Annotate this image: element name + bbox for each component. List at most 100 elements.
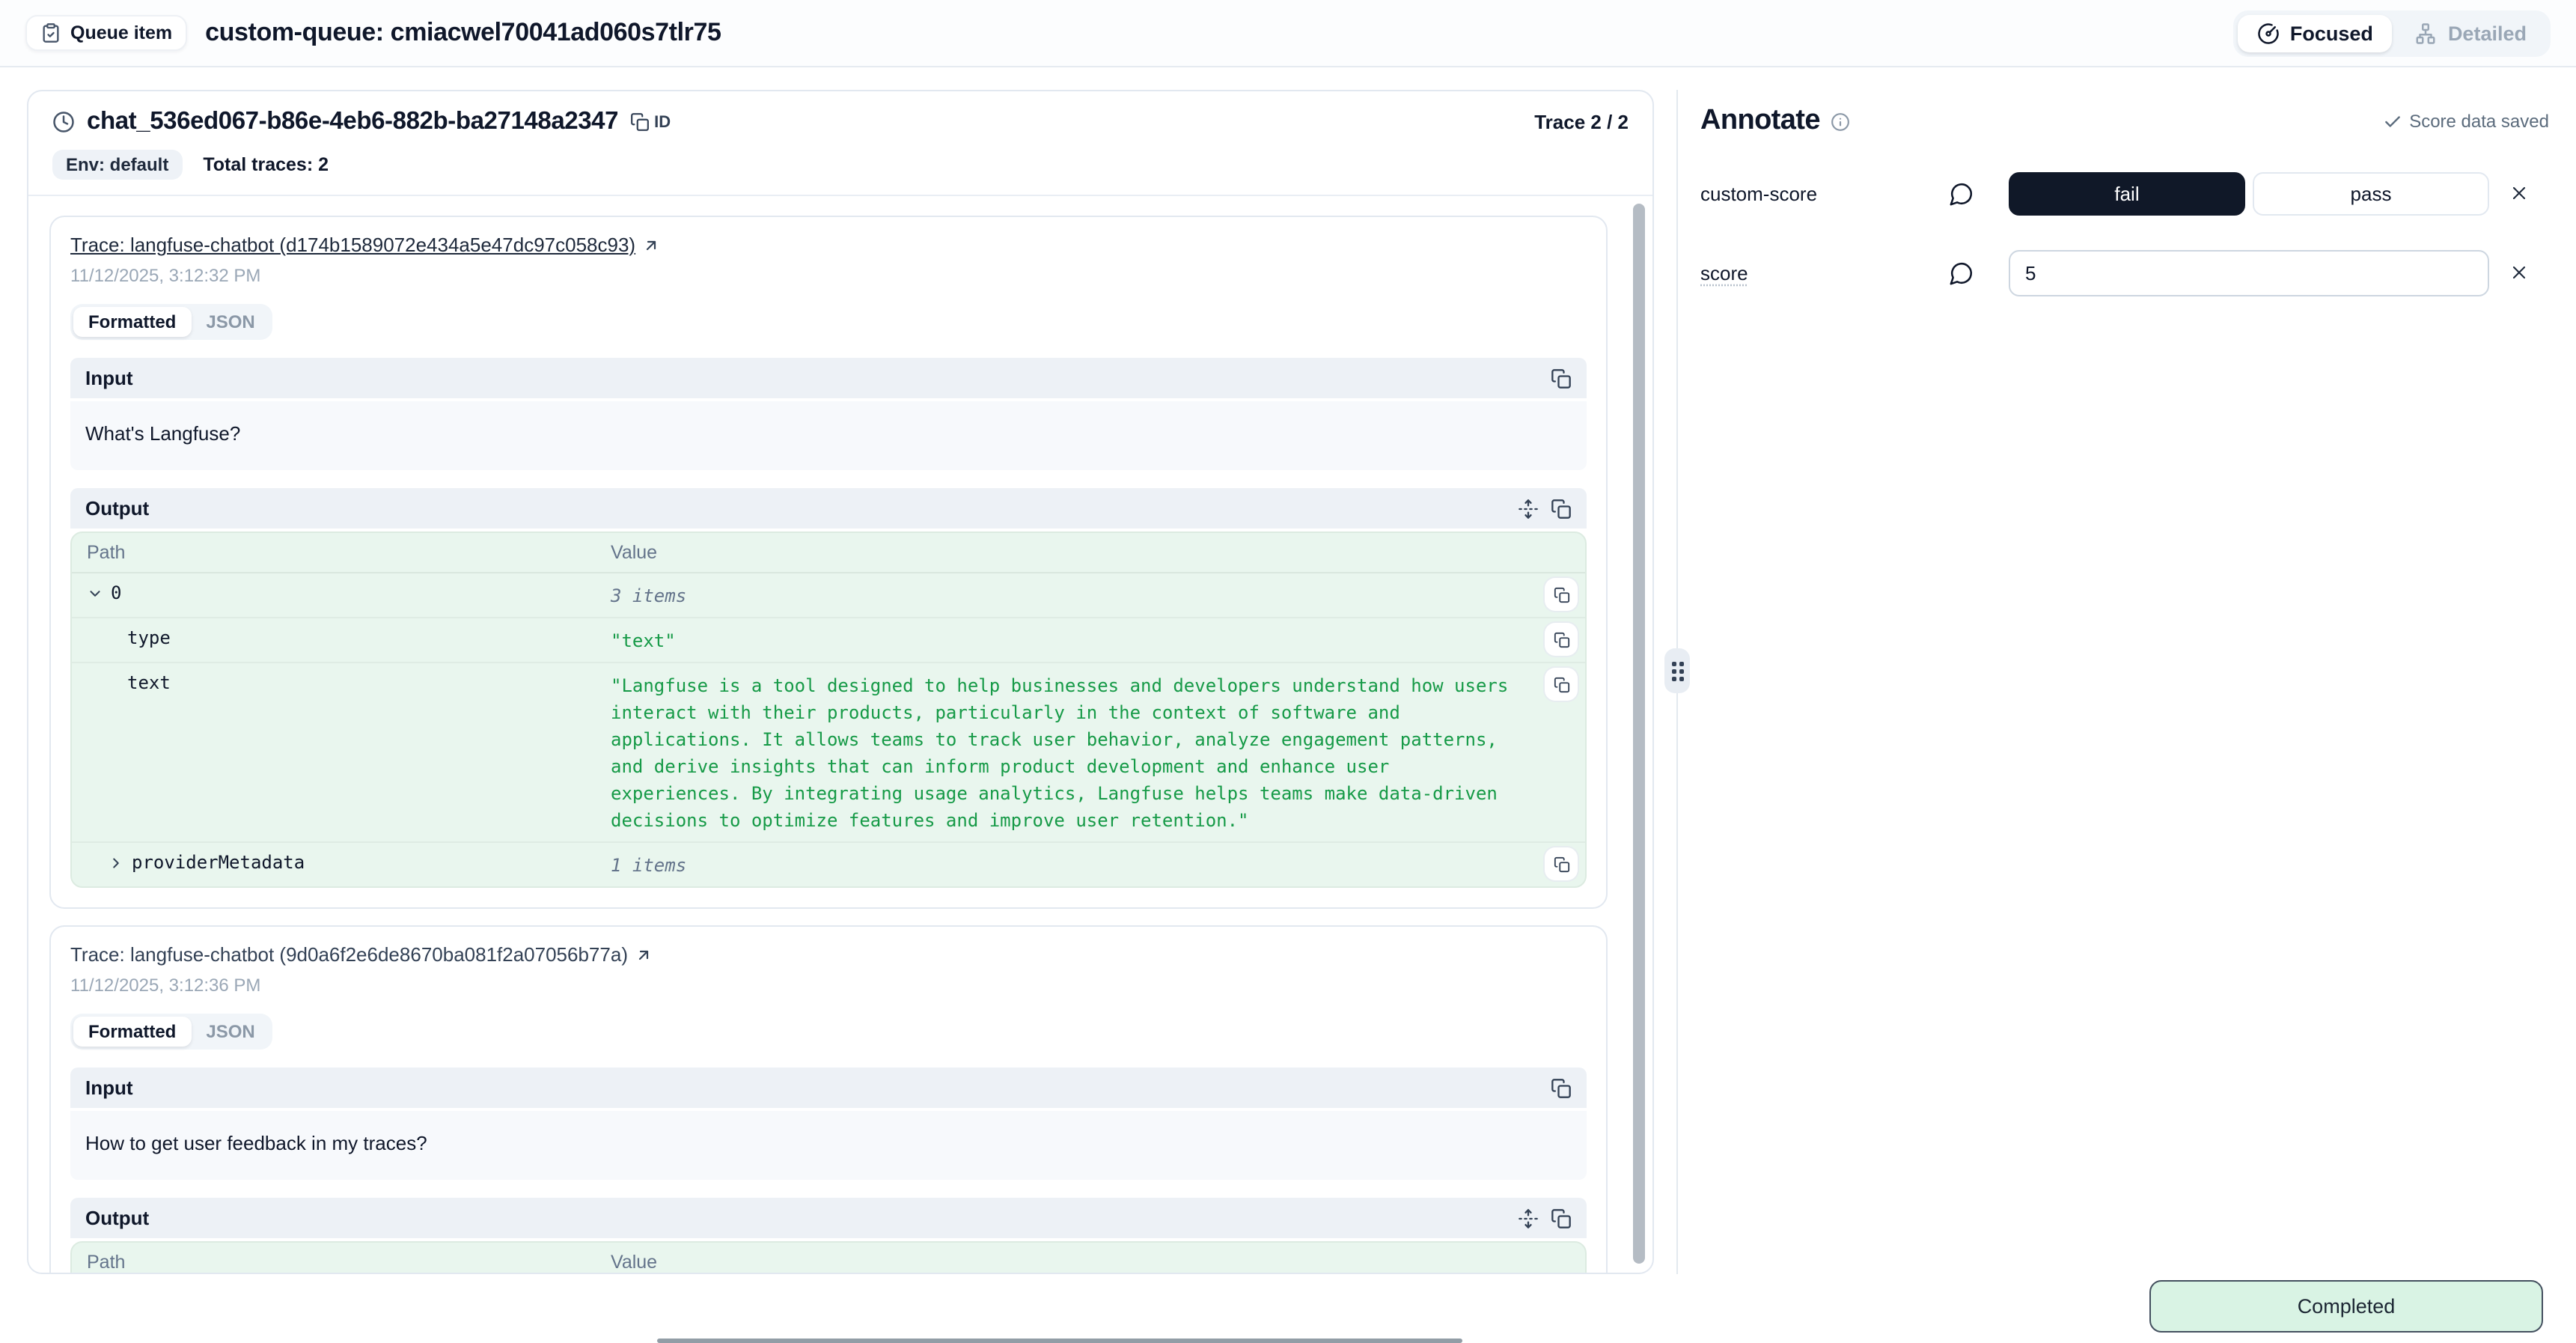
resize-grip-handle[interactable] [1664,648,1690,693]
trace-card-2: Trace: langfuse-chatbot (9d0a6f2e6de8670… [49,925,1608,1273]
page-title: custom-queue: cmiacwel70041ad060s7tlr75 [205,18,721,48]
trace-2-output-table: Path Value 0 3 items [70,1241,1587,1273]
total-traces-label: Total traces: 2 [203,154,329,175]
trace-1-output-table: Path Value 0 3 items [70,532,1587,888]
env-badge: Env: default [52,150,182,180]
screen: Queue item custom-queue: cmiacwel70041ad… [0,0,2576,1343]
tab-json[interactable]: JSON [191,1017,269,1047]
save-status: Score data saved [2382,111,2549,132]
queue-item-badge: Queue item [25,15,187,51]
trace-2-format-tabs: Formatted JSON [70,1014,273,1050]
score-row-score: score [1700,249,2549,296]
trace-card-1: Trace: langfuse-chatbot (d174b1589072e43… [49,216,1608,909]
trace-2-timestamp: 11/12/2025, 3:12:36 PM [70,975,1587,996]
copy-row-button[interactable] [1545,668,1578,701]
copy-icon [630,112,650,132]
expand-output-button[interactable] [1518,1208,1539,1228]
clipboard-icon [40,22,61,43]
score-name: score [1700,261,1949,284]
queue-item-header: chat_536ed067-b86e-4eb6-882b-ba27148a234… [28,91,1652,196]
focused-view-button[interactable]: Focused [2238,14,2393,52]
copy-output-button[interactable] [1551,498,1572,519]
score-row-custom-score: custom-score fail pass [1700,169,2549,217]
horizontal-scrollbar[interactable] [657,1339,1462,1342]
detailed-view-label: Detailed [2448,22,2527,44]
input-label: Input [85,367,133,389]
comment-icon[interactable] [1949,260,2009,285]
focused-view-label: Focused [2290,22,2373,44]
copy-row-button[interactable] [1545,623,1578,656]
vertical-scrollbar[interactable] [1633,204,1645,1264]
trace-1-format-tabs: Formatted JSON [70,304,273,340]
copy-output-button[interactable] [1551,1208,1572,1228]
column-header-value: Value [611,542,1570,563]
copy-input-button[interactable] [1551,368,1572,389]
score-name: custom-score [1700,182,1949,204]
column-header-path: Path [87,1252,611,1273]
annotate-panel: Annotate Score data saved custom-score f… [1700,90,2549,296]
grip-dots-icon [1671,661,1683,680]
trace-2-input-text: How to get user feedback in my traces? [70,1111,1587,1180]
row-value: 3 items [611,582,1570,609]
check-icon [2382,112,2402,131]
pass-button[interactable]: pass [2253,171,2489,215]
path-key: type [127,627,171,648]
output-label: Output [85,1207,149,1229]
row-value: "text" [611,627,1570,654]
annotate-title: Annotate [1700,105,1820,138]
fail-button[interactable]: fail [2009,171,2245,215]
tab-json[interactable]: JSON [191,307,269,337]
copy-row-button[interactable] [1545,847,1578,880]
tab-formatted[interactable]: Formatted [73,307,191,337]
trace-2-link-label: Trace: langfuse-chatbot (9d0a6f2e6de8670… [70,943,628,966]
trace-2-output-section: Output Path Valu [70,1198,1587,1273]
trace-2-link[interactable]: Trace: langfuse-chatbot (9d0a6f2e6de8670… [70,943,652,966]
tab-formatted[interactable]: Formatted [73,1017,191,1047]
queue-item-badge-label: Queue item [70,22,172,43]
trace-1-timestamp: 11/12/2025, 3:12:32 PM [70,265,1587,286]
score-options-group: fail pass [2009,171,2489,215]
item-title: chat_536ed067-b86e-4eb6-882b-ba27148a234… [87,108,618,136]
copy-row-button[interactable] [1545,578,1578,611]
column-header-value: Value [611,1252,1570,1273]
path-key: providerMetadata [132,852,305,873]
clock-icon [52,111,75,133]
completed-button[interactable]: Completed [2149,1280,2543,1333]
app: Queue item custom-queue: cmiacwel70041ad… [0,0,2576,1343]
table-row[interactable]: 0 3 items [72,573,1585,618]
expand-output-button[interactable] [1518,498,1539,519]
external-link-icon [641,236,659,254]
table-row[interactable]: type "text" [72,618,1585,663]
trace-1-link[interactable]: Trace: langfuse-chatbot (d174b1589072e43… [70,234,659,256]
queue-item-panel: chat_536ed067-b86e-4eb6-882b-ba27148a234… [27,90,1654,1274]
gauge-icon [2257,22,2280,44]
column-header-path: Path [87,542,611,563]
input-label: Input [85,1076,133,1099]
table-row[interactable]: providerMetadata 1 items [72,843,1585,886]
external-link-icon [634,945,652,963]
info-icon [1831,112,1850,131]
row-value: 1 items [611,852,1570,879]
trace-counter: Trace 2 / 2 [1534,111,1629,133]
path-key: 0 [111,582,121,603]
trace-1-link-label: Trace: langfuse-chatbot (d174b1589072e43… [70,234,635,256]
trace-1-input-text: What's Langfuse? [70,401,1587,470]
trace-2-input-section: Input How to get user feedback in my tra… [70,1068,1587,1180]
trace-1-output-section: Output Path Valu [70,488,1587,888]
score-input[interactable] [2009,249,2489,296]
view-mode-toggle: Focused Detailed [2233,10,2551,56]
close-icon[interactable] [2509,262,2530,283]
trace-1-input-section: Input What's Langfuse? [70,358,1587,470]
save-status-label: Score data saved [2409,111,2549,132]
copy-input-button[interactable] [1551,1077,1572,1098]
copy-id-button[interactable]: ID [630,112,671,132]
path-key: text [127,672,171,693]
detailed-view-button[interactable]: Detailed [2396,14,2546,52]
chevron-down-icon[interactable] [87,585,103,601]
workflow-icon [2415,22,2438,44]
close-icon[interactable] [2509,183,2530,204]
chevron-right-icon[interactable] [108,854,124,871]
table-row[interactable]: text "Langfuse is a tool designed to hel… [72,663,1585,843]
row-value: "Langfuse is a tool designed to help bus… [611,672,1570,834]
comment-icon[interactable] [1949,180,2009,206]
